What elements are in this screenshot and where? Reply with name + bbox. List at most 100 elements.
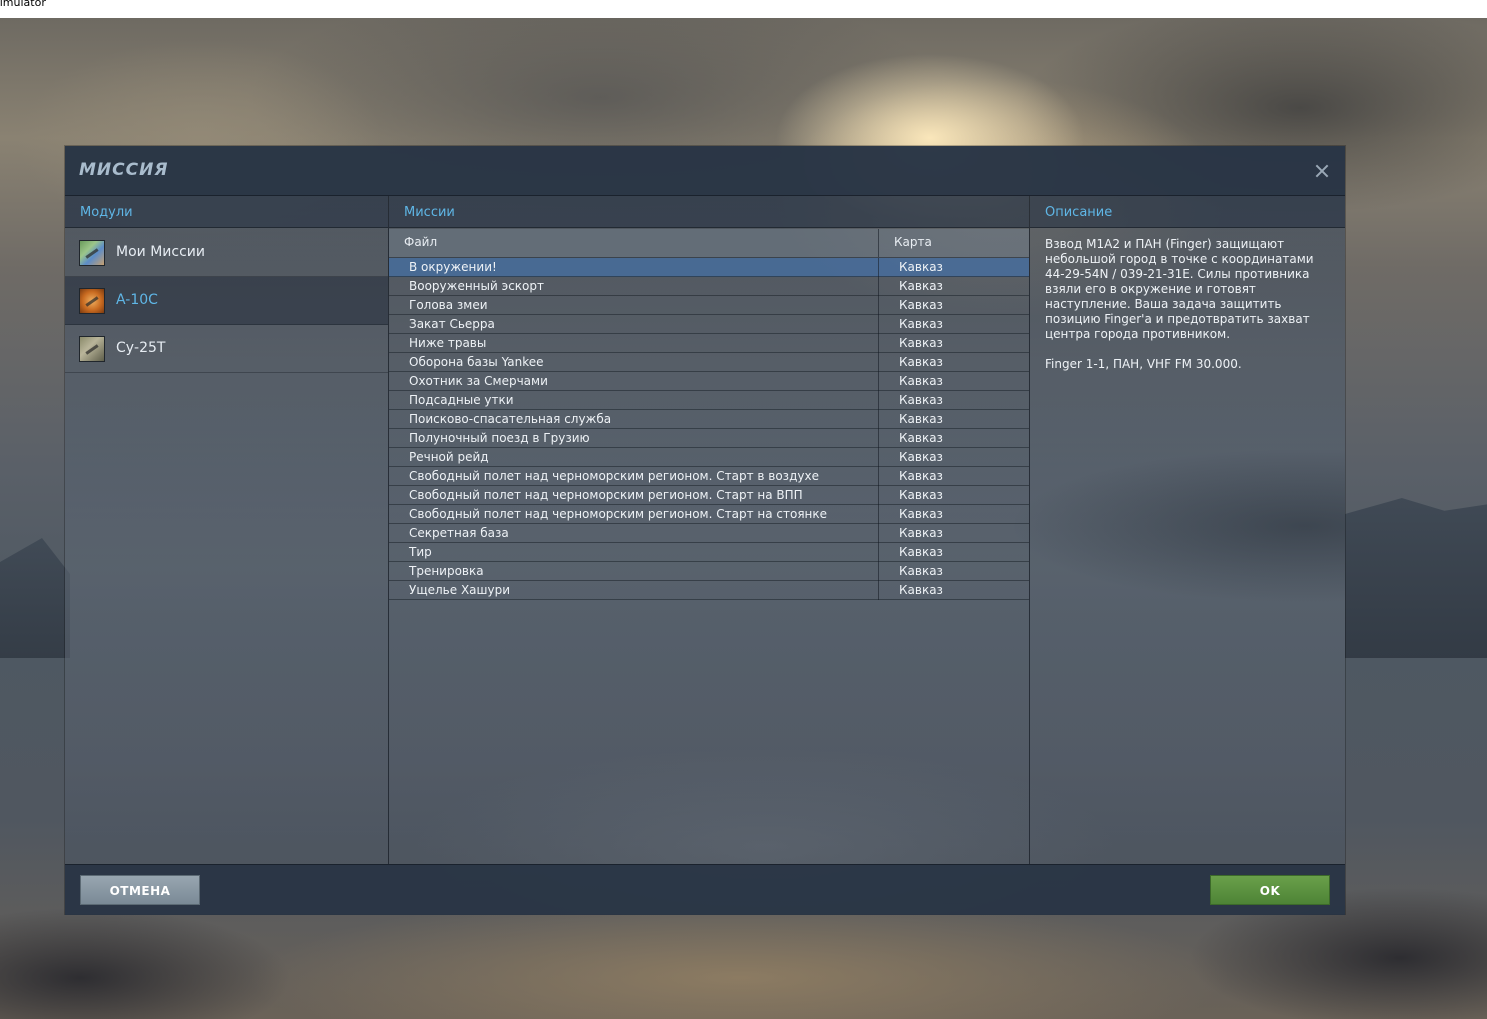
table-row[interactable]: Оборона базы Yankee Кавказ [389, 353, 1029, 372]
mission-name-cell: Полуночный поезд в Грузию [409, 431, 590, 445]
module-item-my-missions[interactable]: Мои Миссии [65, 229, 388, 277]
row-separator [878, 581, 879, 600]
module-label: Мои Миссии [116, 244, 205, 260]
window-title: simulator [0, 0, 46, 9]
mission-name-cell: Вооруженный эскорт [409, 279, 544, 293]
row-separator [878, 410, 879, 429]
mission-map-cell: Кавказ [899, 355, 943, 369]
row-separator [878, 258, 879, 277]
mission-map-cell: Кавказ [899, 336, 943, 350]
row-separator [878, 486, 879, 505]
mission-map-cell: Кавказ [899, 545, 943, 559]
mission-map-cell: Кавказ [899, 450, 943, 464]
background-mountain-left [0, 538, 70, 658]
mission-map-cell: Кавказ [899, 279, 943, 293]
dialog-title: МИССИЯ [79, 160, 169, 180]
mission-map-cell: Кавказ [899, 469, 943, 483]
dialog-footer: ОТМЕНА OK [65, 864, 1345, 915]
mission-map-cell: Кавказ [899, 374, 943, 388]
table-row[interactable]: Тренировка Кавказ [389, 562, 1029, 581]
row-separator [878, 524, 879, 543]
table-row[interactable]: Тир Кавказ [389, 543, 1029, 562]
description-paragraph: Взвод M1A2 и ПАН (Finger) защищают небол… [1045, 237, 1314, 341]
mission-description: Взвод M1A2 и ПАН (Finger) защищают небол… [1045, 237, 1335, 387]
row-separator [878, 277, 879, 296]
window-titlebar: simulator [0, 0, 1487, 18]
column-divider-right [1029, 196, 1030, 864]
cancel-button[interactable]: ОТМЕНА [80, 875, 200, 905]
module-item-a10c[interactable]: A-10C [65, 277, 388, 325]
background-mountain-right [1345, 498, 1487, 658]
table-row[interactable]: Речной рейд Кавказ [389, 448, 1029, 467]
mission-name-cell: Свободный полет над черноморским регионо… [409, 488, 803, 502]
table-row[interactable]: Охотник за Смерчами Кавказ [389, 372, 1029, 391]
mission-name-cell: Голова змеи [409, 298, 488, 312]
modules-header-label: Модули [80, 205, 133, 220]
row-separator [878, 315, 879, 334]
table-row[interactable]: Свободный полет над черноморским регионо… [389, 467, 1029, 486]
close-icon[interactable] [1313, 162, 1331, 180]
table-row[interactable]: Подсадные утки Кавказ [389, 391, 1029, 410]
ok-button[interactable]: OK [1210, 875, 1330, 905]
table-row[interactable]: Свободный полет над черноморским регионо… [389, 505, 1029, 524]
row-separator [878, 391, 879, 410]
mission-map-cell: Кавказ [899, 507, 943, 521]
mission-name-cell: В окружении! [409, 260, 497, 274]
missions-table: Файл Карта В окружении! Кавказ Вооруженный… [389, 229, 1029, 600]
mission-name-cell: Секретная база [409, 526, 509, 540]
table-row[interactable]: Ниже травы Кавказ [389, 334, 1029, 353]
mission-name-cell: Ущелье Хашури [409, 583, 511, 597]
mission-map-cell: Кавказ [899, 583, 943, 597]
description-column-header: Описание [1030, 196, 1345, 228]
missions-header-label: Миссии [404, 205, 455, 220]
missions-column-header: Миссии [389, 196, 1029, 228]
mission-map-cell: Кавказ [899, 564, 943, 578]
app-root: simulator МИССИЯ Модули Миссии Описание … [0, 0, 1487, 1019]
mission-name-cell: Тренировка [409, 564, 484, 578]
column-header-file[interactable]: Файл [404, 235, 437, 249]
table-row[interactable]: Полуночный поезд в Грузию Кавказ [389, 429, 1029, 448]
column-header-map[interactable]: Карта [894, 235, 932, 249]
a10-aircraft-icon [79, 288, 105, 314]
row-separator [878, 467, 879, 486]
row-separator [878, 372, 879, 391]
mission-name-cell: Подсадные утки [409, 393, 514, 407]
description-header-label: Описание [1045, 205, 1113, 220]
module-item-su25t[interactable]: Су-25Т [65, 325, 388, 373]
table-row[interactable]: Свободный полет над черноморским регионо… [389, 486, 1029, 505]
row-separator [878, 505, 879, 524]
mission-map-cell: Кавказ [899, 488, 943, 502]
mission-map-cell: Кавказ [899, 298, 943, 312]
row-separator [878, 334, 879, 353]
mission-map-cell: Кавказ [899, 431, 943, 445]
mission-map-cell: Кавказ [899, 317, 943, 331]
mission-map-cell: Кавказ [899, 526, 943, 540]
table-row[interactable]: Ущелье Хашури Кавказ [389, 581, 1029, 600]
map-icon [79, 240, 105, 266]
mission-map-cell: Кавказ [899, 412, 943, 426]
mission-map-cell: Кавказ [899, 393, 943, 407]
mission-dialog: МИССИЯ Модули Миссии Описание Мои Миссии… [65, 146, 1345, 915]
table-row[interactable]: В окружении! Кавказ [389, 258, 1029, 277]
table-row[interactable]: Голова змеи Кавказ [389, 296, 1029, 315]
module-label: Су-25Т [116, 340, 166, 356]
row-separator [878, 429, 879, 448]
module-label: A-10C [116, 292, 158, 308]
mission-name-cell: Оборона базы Yankee [409, 355, 544, 369]
table-row[interactable]: Вооруженный эскорт Кавказ [389, 277, 1029, 296]
row-separator [878, 296, 879, 315]
table-header-row: Файл Карта [389, 229, 1029, 258]
mission-name-cell: Ниже травы [409, 336, 487, 350]
modules-column-header: Модули [65, 196, 388, 228]
row-separator [878, 543, 879, 562]
mission-name-cell: Речной рейд [409, 450, 489, 464]
mission-name-cell: Тир [409, 545, 432, 559]
modules-list: Мои Миссии A-10C Су-25Т [65, 229, 388, 373]
description-paragraph: Finger 1-1, ПАН, VHF FM 30.000. [1045, 357, 1242, 371]
table-row[interactable]: Поисково-спасательная служба Кавказ [389, 410, 1029, 429]
row-separator [878, 448, 879, 467]
header-separator [878, 229, 879, 257]
table-row[interactable]: Секретная база Кавказ [389, 524, 1029, 543]
mission-name-cell: Охотник за Смерчами [409, 374, 548, 388]
table-row[interactable]: Закат Сьерра Кавказ [389, 315, 1029, 334]
